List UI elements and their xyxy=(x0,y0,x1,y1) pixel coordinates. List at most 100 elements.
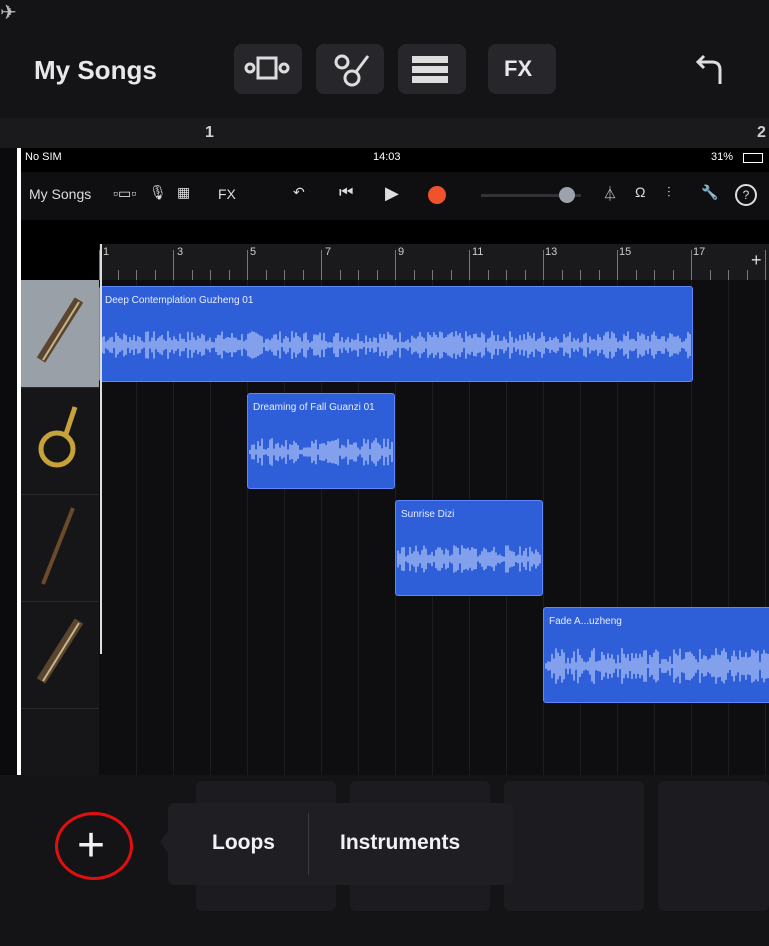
carrier-label: No SIM xyxy=(25,151,62,163)
region-waveform xyxy=(545,648,769,684)
undo-icon[interactable]: ↶ xyxy=(293,184,305,201)
help-icon[interactable]: ? xyxy=(735,184,757,206)
ruler-tick xyxy=(321,250,322,280)
ruler-tick xyxy=(358,270,359,280)
volume-knob[interactable] xyxy=(559,187,575,203)
ruler-tick xyxy=(691,250,692,280)
ruler-tick xyxy=(210,270,211,280)
instruments-button[interactable]: Instruments xyxy=(340,831,460,855)
popover-divider xyxy=(308,813,309,875)
ruler-tick xyxy=(765,250,766,280)
ruler-tick xyxy=(395,250,396,280)
ruler-tick xyxy=(376,270,378,280)
ruler-number: 15 xyxy=(619,246,632,258)
track-view-button[interactable] xyxy=(234,44,302,94)
ruler-tick xyxy=(580,270,581,280)
rewind-icon[interactable]: ⏮ xyxy=(339,184,353,202)
ruler-number: 2 xyxy=(757,124,766,141)
region-deep-contemplation[interactable]: Deep Contemplation Guzheng 01 xyxy=(99,286,693,382)
ruler-tick xyxy=(543,250,544,280)
region-waveform xyxy=(249,438,393,466)
my-songs-button[interactable]: My Songs xyxy=(34,55,157,86)
ruler-tick xyxy=(413,270,415,280)
battery-icon xyxy=(743,153,763,163)
ruler-tick xyxy=(432,270,433,280)
smart-controls-button[interactable] xyxy=(316,44,384,94)
play-icon[interactable]: ▶ xyxy=(385,183,399,204)
guzheng-icon xyxy=(36,618,84,684)
region-sunrise-dizi[interactable]: Sunrise Dizi xyxy=(395,500,543,596)
background-ruler xyxy=(0,118,769,148)
mixer-button[interactable] xyxy=(398,44,466,94)
ruler-tick xyxy=(709,270,711,280)
track-header-guanzi[interactable] xyxy=(21,387,99,495)
tracks-area[interactable]: Deep Contemplation Guzheng 01 Dreaming o… xyxy=(99,280,769,775)
ruler-tick xyxy=(746,270,748,280)
grid-icon[interactable]: ▦ xyxy=(177,184,190,201)
dizi-icon xyxy=(41,507,75,585)
region-dreaming-of-fall[interactable]: Dreaming of Fall Guanzi 01 xyxy=(247,393,395,489)
track-header-dizi[interactable] xyxy=(21,494,99,602)
ruler-tick xyxy=(561,270,563,280)
ruler-tick xyxy=(598,270,600,280)
highlight-circle xyxy=(55,812,133,880)
ruler-number: 7 xyxy=(325,246,332,258)
fx-label: FX xyxy=(504,56,533,81)
region-fade-a-uzheng[interactable]: Fade A...uzheng xyxy=(543,607,769,703)
region-waveform xyxy=(397,545,541,573)
embedded-screenshot: No SIM 14:03 31% My Songs ▫▭▫ 🎙 ▦ FX ↶ ⏮… xyxy=(17,148,769,775)
settings-icon[interactable]: 🔧 xyxy=(701,184,718,201)
track-header-guzheng-2[interactable] xyxy=(21,601,99,709)
undo-button[interactable] xyxy=(690,50,730,90)
undo-icon xyxy=(695,54,722,84)
ruler-tick xyxy=(191,270,193,280)
playhead[interactable] xyxy=(100,244,102,654)
status-bar: No SIM 14:03 31% xyxy=(21,148,769,170)
track-view-icon xyxy=(244,56,290,80)
ruler-tick xyxy=(450,270,452,280)
mixer-icon xyxy=(412,56,448,83)
ruler-tick xyxy=(136,270,137,280)
ruler-tick xyxy=(117,270,119,280)
region-waveform xyxy=(101,331,691,359)
browser-icon[interactable]: ▫▭▫ xyxy=(113,185,136,202)
ruler-tick xyxy=(154,270,156,280)
ruler-tick xyxy=(247,250,248,280)
ruler-tick xyxy=(302,270,304,280)
loops-button[interactable]: Loops xyxy=(212,831,275,855)
add-popover: Loops Instruments xyxy=(168,803,513,885)
fx-button[interactable]: FX xyxy=(218,186,236,202)
ruler-tick xyxy=(173,250,174,280)
ruler-tick xyxy=(284,270,285,280)
metronome-icon[interactable]: ⏃ xyxy=(603,184,617,204)
ruler-tick xyxy=(339,270,341,280)
empty-slot xyxy=(504,781,644,911)
horn-icon xyxy=(38,406,78,468)
ruler-tick xyxy=(487,270,489,280)
add-section-button[interactable]: + xyxy=(751,250,762,271)
ruler-number: 1 xyxy=(205,124,214,141)
ruler-number: 5 xyxy=(250,246,257,258)
mic-icon[interactable]: 🎙 xyxy=(149,184,167,201)
ruler-tick xyxy=(265,270,267,280)
plane-icon: ✈ xyxy=(0,2,17,24)
ruler-number: 3 xyxy=(177,246,184,258)
track-header-guzheng[interactable] xyxy=(21,280,99,388)
ruler-tick xyxy=(469,250,470,280)
my-songs-button[interactable]: My Songs xyxy=(29,186,91,202)
track-headers xyxy=(21,280,99,775)
fx-button[interactable]: FX xyxy=(488,44,556,94)
timeline-ruler[interactable]: 1 3 5 7 9 11 13 15 17 + xyxy=(99,244,769,281)
ruler-tick xyxy=(654,270,655,280)
ruler-number: 17 xyxy=(693,246,706,258)
ruler-tick xyxy=(228,270,230,280)
ruler-number: 1 xyxy=(103,246,110,258)
mixer-icon[interactable]: ⫶ xyxy=(667,184,671,201)
clock: 14:03 xyxy=(373,151,401,163)
guzheng-icon xyxy=(36,297,84,363)
record-icon[interactable] xyxy=(428,186,446,204)
count-in-icon[interactable]: Ω xyxy=(635,184,645,200)
toolbar: My Songs ▫▭▫ 🎙 ▦ FX ↶ ⏮ ▶ ⏃ Ω ⫶ 🔧 ? xyxy=(21,172,769,220)
ruler-tick xyxy=(635,270,637,280)
ruler-tick xyxy=(617,250,618,280)
